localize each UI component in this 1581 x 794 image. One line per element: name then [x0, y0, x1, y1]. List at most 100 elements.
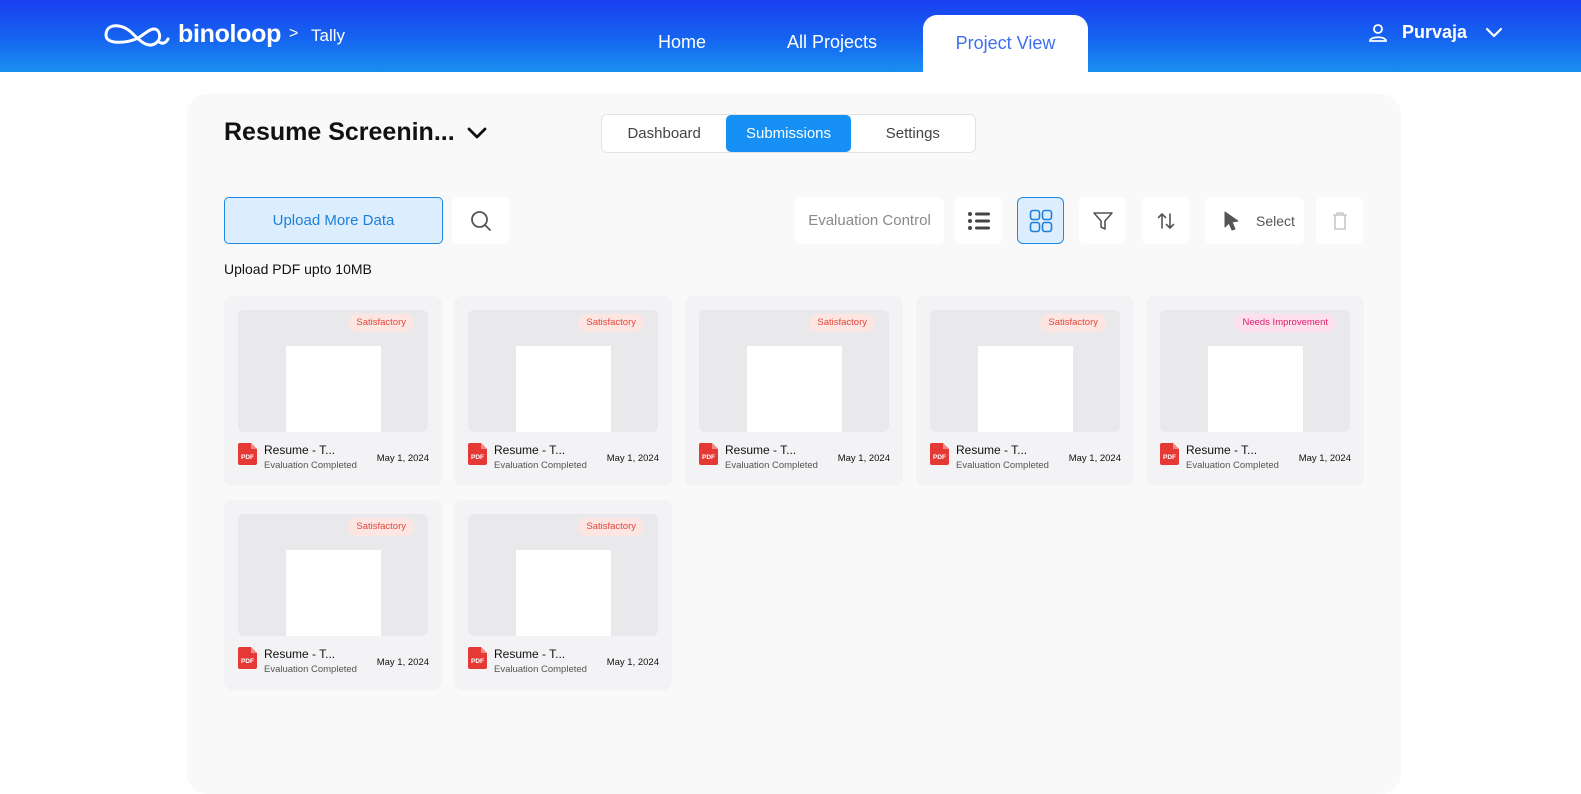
project-tabs: Dashboard Submissions Settings [601, 114, 976, 153]
pdf-file-icon: PDF [699, 443, 718, 465]
file-name: Resume - T... [264, 647, 336, 661]
evaluation-status: Evaluation Completed [494, 460, 587, 471]
chevron-down-icon [1485, 27, 1503, 37]
nav-all-projects[interactable]: All Projects [787, 32, 877, 53]
svg-text:PDF: PDF [241, 454, 254, 461]
evaluation-control-button[interactable]: Evaluation Control [795, 197, 944, 244]
submission-card[interactable]: Satisfactory PDF Resume - T... Evaluation C… [454, 500, 672, 690]
svg-text:PDF: PDF [702, 454, 715, 461]
list-view-button[interactable] [955, 197, 1002, 244]
evaluation-badge: Satisfactory [1040, 314, 1106, 332]
submission-date: May 1, 2024 [376, 657, 429, 668]
document-page-preview [286, 346, 381, 432]
search-icon [471, 210, 491, 231]
evaluation-badge: Needs Improvement [1234, 314, 1336, 332]
svg-text:PDF: PDF [471, 454, 484, 461]
svg-text:PDF: PDF [241, 658, 254, 665]
submission-date: May 1, 2024 [606, 657, 659, 668]
select-button[interactable]: Select [1205, 197, 1304, 244]
document-page-preview [978, 346, 1073, 432]
evaluation-badge: Satisfactory [578, 518, 644, 536]
submission-card[interactable]: Satisfactory PDF Resume - T... Evaluation C… [224, 296, 442, 486]
document-page-preview [286, 550, 381, 636]
filter-button[interactable] [1079, 197, 1126, 244]
document-thumbnail: Satisfactory [238, 310, 428, 432]
search-button[interactable] [452, 197, 510, 244]
breadcrumb-separator: > [289, 25, 299, 42]
document-thumbnail: Satisfactory [238, 514, 428, 636]
document-thumbnail: Satisfactory [468, 310, 658, 432]
binoloop-logo-icon [104, 24, 170, 47]
pdf-file-icon: PDF [238, 647, 257, 669]
evaluation-status: Evaluation Completed [956, 460, 1049, 471]
grid-view-button[interactable] [1017, 197, 1064, 244]
project-selector[interactable]: Resume Screenin... [224, 118, 487, 147]
document-page-preview [1208, 346, 1303, 432]
user-name: Purvaja [1402, 22, 1468, 42]
submission-date: May 1, 2024 [376, 453, 429, 464]
submission-card[interactable]: Satisfactory PDF Resume - T... Evaluation C… [224, 500, 442, 690]
document-page-preview [516, 550, 611, 636]
file-name: Resume - T... [264, 443, 336, 457]
tab-settings[interactable]: Settings [851, 115, 975, 152]
trash-icon [1332, 211, 1347, 230]
submission-date: May 1, 2024 [1068, 453, 1121, 464]
file-name: Resume - T... [494, 647, 566, 661]
svg-text:PDF: PDF [471, 658, 484, 665]
submission-card[interactable]: Satisfactory PDF Resume - T... Evaluation C… [916, 296, 1134, 486]
evaluation-badge: Satisfactory [809, 314, 875, 332]
file-name: Resume - T... [956, 443, 1028, 457]
nav-home[interactable]: Home [658, 32, 706, 53]
brand-name: binoloop [178, 19, 282, 48]
pdf-file-icon: PDF [238, 443, 257, 465]
evaluation-status: Evaluation Completed [494, 664, 587, 675]
tab-dashboard[interactable]: Dashboard [602, 115, 726, 152]
evaluation-badge: Satisfactory [348, 314, 414, 332]
evaluation-badge: Satisfactory [578, 314, 644, 332]
breadcrumb-tally[interactable]: Tally [311, 26, 345, 46]
upload-more-data-button[interactable]: Upload More Data [224, 197, 443, 244]
submission-card[interactable]: Satisfactory PDF Resume - T... Evaluation C… [685, 296, 903, 486]
list-icon [967, 211, 990, 230]
document-page-preview [747, 346, 842, 432]
document-page-preview [516, 346, 611, 432]
project-title: Resume Screenin... [224, 118, 455, 146]
submission-card[interactable]: Satisfactory PDF Resume - T... Evaluation C… [454, 296, 672, 486]
document-thumbnail: Satisfactory [468, 514, 658, 636]
file-name: Resume - T... [725, 443, 797, 457]
top-navigation-bar: binoloop > Tally Home All Projects Proje… [0, 0, 1581, 72]
pdf-file-icon: PDF [1160, 443, 1179, 465]
file-name: Resume - T... [1186, 443, 1258, 457]
document-thumbnail: Needs Improvement [1160, 310, 1350, 432]
delete-button[interactable] [1316, 197, 1363, 244]
sort-button[interactable] [1142, 197, 1189, 244]
grid-icon [1029, 209, 1052, 232]
pdf-file-icon: PDF [930, 443, 949, 465]
user-icon [1369, 23, 1387, 42]
chevron-down-icon [467, 127, 487, 138]
brand-logo[interactable]: binoloop [102, 17, 281, 51]
pdf-file-icon: PDF [468, 647, 487, 669]
document-thumbnail: Satisfactory [930, 310, 1120, 432]
cursor-pointer-icon [1224, 211, 1239, 230]
select-label: Select [1256, 212, 1295, 229]
file-name: Resume - T... [494, 443, 566, 457]
nav-project-view[interactable]: Project View [923, 15, 1088, 72]
upload-note: Upload PDF upto 10MB [224, 261, 372, 277]
filter-icon [1092, 211, 1113, 230]
user-menu[interactable]: Purvaja [1368, 22, 1503, 43]
submission-card[interactable]: Needs Improvement PDF Resume - T... Evaluat… [1146, 296, 1364, 486]
submission-date: May 1, 2024 [837, 453, 890, 464]
evaluation-status: Evaluation Completed [264, 664, 357, 675]
evaluation-badge: Satisfactory [348, 518, 414, 536]
submission-date: May 1, 2024 [1298, 453, 1351, 464]
evaluation-status: Evaluation Completed [725, 460, 818, 471]
sort-icon [1157, 212, 1174, 229]
evaluation-status: Evaluation Completed [264, 460, 357, 471]
evaluation-status: Evaluation Completed [1186, 460, 1279, 471]
tab-submissions[interactable]: Submissions [726, 115, 851, 152]
submission-date: May 1, 2024 [606, 453, 659, 464]
svg-text:PDF: PDF [933, 454, 946, 461]
pdf-file-icon: PDF [468, 443, 487, 465]
document-thumbnail: Satisfactory [699, 310, 889, 432]
